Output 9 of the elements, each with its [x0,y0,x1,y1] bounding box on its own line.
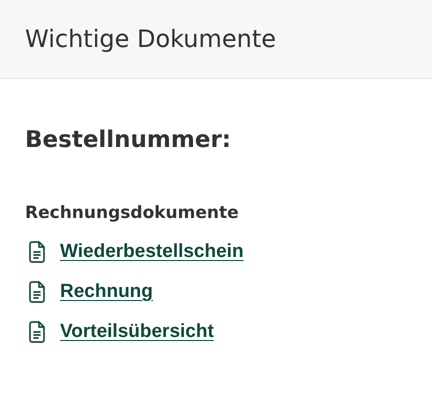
document-link[interactable]: Rechnung [60,281,153,303]
document-icon [28,281,46,303]
document-link[interactable]: Wiederbestellschein [60,241,244,263]
document-icon [28,321,46,343]
document-icon [28,241,46,263]
section-title: Rechnungsdokumente [25,203,240,223]
page-title: Wichtige Dokumente [25,25,276,53]
document-link[interactable]: Vorteilsübersicht [60,321,214,343]
order-number-label: Bestellnummer: [25,127,232,153]
